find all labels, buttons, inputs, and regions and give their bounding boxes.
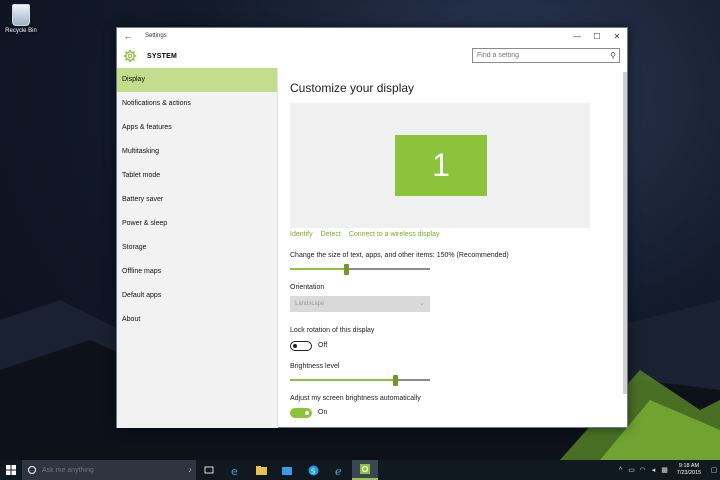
scale-slider-fill xyxy=(290,268,346,270)
toggle-knob xyxy=(293,343,297,348)
lock-rotation-toggle[interactable] xyxy=(290,341,312,351)
clock-date: 7/23/2015 xyxy=(676,470,702,476)
system-tray: ^ ▭ ◠ ◂ ▦ 9:18 AM 7/23/2015 ▢ xyxy=(615,460,720,480)
gear-icon xyxy=(123,49,137,63)
back-button[interactable]: ← xyxy=(117,31,139,41)
edge-taskbar-button[interactable]: e xyxy=(222,460,248,480)
svg-text:S: S xyxy=(311,467,316,475)
brightness-slider-thumb[interactable] xyxy=(393,375,398,386)
lock-rotation-state: Off xyxy=(318,342,328,349)
internet-explorer-icon: e xyxy=(335,465,342,476)
file-explorer-button[interactable] xyxy=(248,460,274,480)
wifi-icon[interactable]: ◠ xyxy=(637,460,648,480)
display-preview: 1 xyxy=(290,103,590,228)
section-header: SYSTEM ⚲ xyxy=(117,44,627,68)
task-view-button[interactable] xyxy=(196,460,222,480)
lock-rotation-label: Lock rotation of this display xyxy=(290,327,375,334)
detect-link[interactable]: Detect xyxy=(321,231,341,238)
scale-slider[interactable] xyxy=(290,264,430,275)
brightness-slider-fill xyxy=(290,379,395,381)
title-bar: ← Settings — ☐ ✕ xyxy=(117,28,627,44)
orientation-value: Landscape xyxy=(295,301,325,307)
minimize-button[interactable]: — xyxy=(567,32,587,41)
display-settings-panel: Customize your display 1 Identify Detect… xyxy=(277,68,629,428)
settings-gear-icon xyxy=(360,464,370,474)
sidebar-item-multitasking[interactable]: Multitasking xyxy=(117,140,277,164)
auto-brightness-toggle[interactable] xyxy=(290,408,312,418)
settings-search-box[interactable]: ⚲ xyxy=(472,48,620,63)
section-title: SYSTEM xyxy=(147,52,177,60)
scale-slider-thumb[interactable] xyxy=(344,264,349,275)
sidebar-item-apps-features[interactable]: Apps & features xyxy=(117,116,277,140)
svg-text:e: e xyxy=(335,465,342,476)
toggle-knob xyxy=(305,411,309,415)
sidebar-item-notifications[interactable]: Notifications & actions xyxy=(117,92,277,116)
brightness-label: Brightness level xyxy=(290,363,340,370)
volume-icon[interactable]: ◂ xyxy=(648,460,659,480)
recycle-bin-desktop-icon[interactable]: Recycle Bin xyxy=(4,4,38,34)
sidebar-item-offline-maps[interactable]: Offline maps xyxy=(117,260,277,284)
internet-explorer-button[interactable]: e xyxy=(326,460,352,480)
scrollbar[interactable] xyxy=(623,72,627,394)
chevron-down-icon: ⌄ xyxy=(419,300,425,307)
sidebar: Display Notifications & actions Apps & f… xyxy=(117,68,277,428)
store-icon xyxy=(282,467,292,475)
skype-icon: S xyxy=(308,465,318,475)
settings-window: ← Settings — ☐ ✕ SYSTEM ⚲ Display Notifi… xyxy=(116,27,628,428)
scale-label: Change the size of text, apps, and other… xyxy=(290,252,509,259)
settings-taskbar-button[interactable] xyxy=(352,460,378,480)
orientation-label: Orientation xyxy=(290,284,325,291)
start-button[interactable] xyxy=(0,460,22,480)
sidebar-item-default-apps[interactable]: Default apps xyxy=(117,284,277,308)
task-view-icon xyxy=(204,466,214,474)
store-button[interactable] xyxy=(274,460,300,480)
edge-icon: e xyxy=(231,465,238,476)
cortana-search-box[interactable]: ♪ xyxy=(22,460,196,480)
skype-button[interactable]: S xyxy=(300,460,326,480)
keyboard-icon[interactable]: ▦ xyxy=(659,460,670,480)
cortana-icon xyxy=(28,466,36,474)
maximize-button[interactable]: ☐ xyxy=(587,32,607,41)
windows-logo-icon xyxy=(6,465,16,475)
sidebar-item-power-sleep[interactable]: Power & sleep xyxy=(117,212,277,236)
settings-search-input[interactable] xyxy=(477,52,607,59)
search-icon[interactable]: ⚲ xyxy=(607,51,619,60)
sidebar-item-tablet-mode[interactable]: Tablet mode xyxy=(117,164,277,188)
monitor-tile-1[interactable]: 1 xyxy=(395,135,487,196)
sidebar-item-battery-saver[interactable]: Battery saver xyxy=(117,188,277,212)
battery-icon[interactable]: ▭ xyxy=(626,460,637,480)
window-title: Settings xyxy=(145,33,167,39)
recycle-bin-label: Recycle Bin xyxy=(5,28,37,34)
page-title: Customize your display xyxy=(290,81,415,95)
sidebar-item-about[interactable]: About xyxy=(117,308,277,332)
sidebar-item-display[interactable]: Display xyxy=(117,68,277,92)
recycle-bin-icon xyxy=(12,4,30,26)
clock-time: 9:18 AM xyxy=(678,463,700,469)
notification-icon[interactable]: ▢ xyxy=(708,460,720,480)
wireless-display-link[interactable]: Connect to a wireless display xyxy=(349,231,440,238)
close-button[interactable]: ✕ xyxy=(607,32,627,41)
display-links: Identify Detect Connect to a wireless di… xyxy=(290,231,439,238)
sidebar-item-storage[interactable]: Storage xyxy=(117,236,277,260)
brightness-slider[interactable] xyxy=(290,375,430,386)
identify-link[interactable]: Identify xyxy=(290,231,313,238)
svg-text:e: e xyxy=(231,465,238,476)
microphone-icon[interactable]: ♪ xyxy=(184,467,196,474)
chevron-up-icon[interactable]: ^ xyxy=(615,460,626,480)
auto-brightness-label: Adjust my screen brightness automaticall… xyxy=(290,395,421,402)
cortana-search-input[interactable] xyxy=(42,466,184,474)
taskbar: ♪ e S e ^ ▭ ◠ ◂ ▦ 9:18 AM 7/23/2015 ▢ xyxy=(0,460,720,480)
folder-icon xyxy=(255,465,267,475)
orientation-dropdown[interactable]: Landscape ⌄ xyxy=(290,296,430,312)
auto-brightness-state: On xyxy=(318,409,328,416)
clock[interactable]: 9:18 AM 7/23/2015 xyxy=(670,463,708,477)
